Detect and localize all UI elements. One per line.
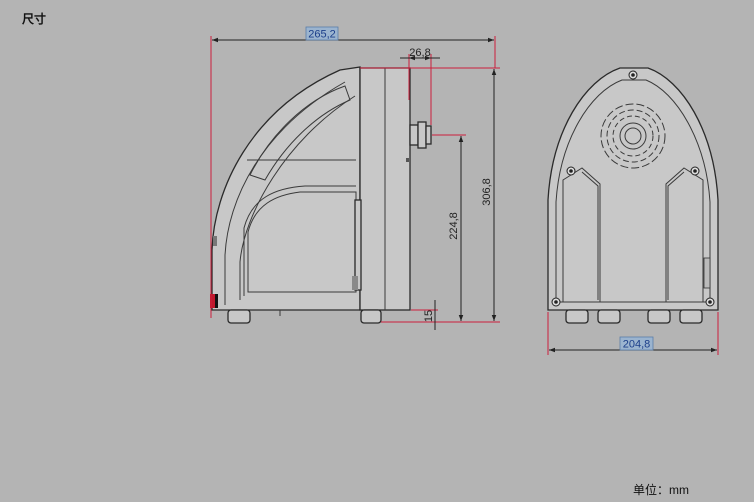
dim-foot-height: 15 — [423, 300, 436, 330]
dim-label-outlet-height: 224,8 — [448, 212, 460, 240]
dim-label-overall-height: 306,8 — [481, 178, 493, 206]
side-view — [210, 66, 432, 324]
dim-label-front-width: 204,8 — [623, 339, 651, 351]
dim-outlet-height: 224,8 — [448, 136, 464, 321]
dim-label-foot-height: 15 — [423, 310, 435, 322]
dim-overall-width: 265,2 — [212, 26, 494, 43]
dim-overall-height: 306,8 — [481, 69, 497, 321]
dim-label-overall-width: 265,2 — [308, 29, 336, 41]
dim-flange-depth: 26,8 — [400, 47, 440, 61]
dim-label-flange-depth: 26,8 — [409, 47, 430, 59]
unit-label: 单位：mm — [633, 483, 689, 497]
technical-drawing: 265,2 26,8 306,8 224,8 15 204,8 — [210, 26, 719, 355]
front-view — [547, 67, 719, 324]
